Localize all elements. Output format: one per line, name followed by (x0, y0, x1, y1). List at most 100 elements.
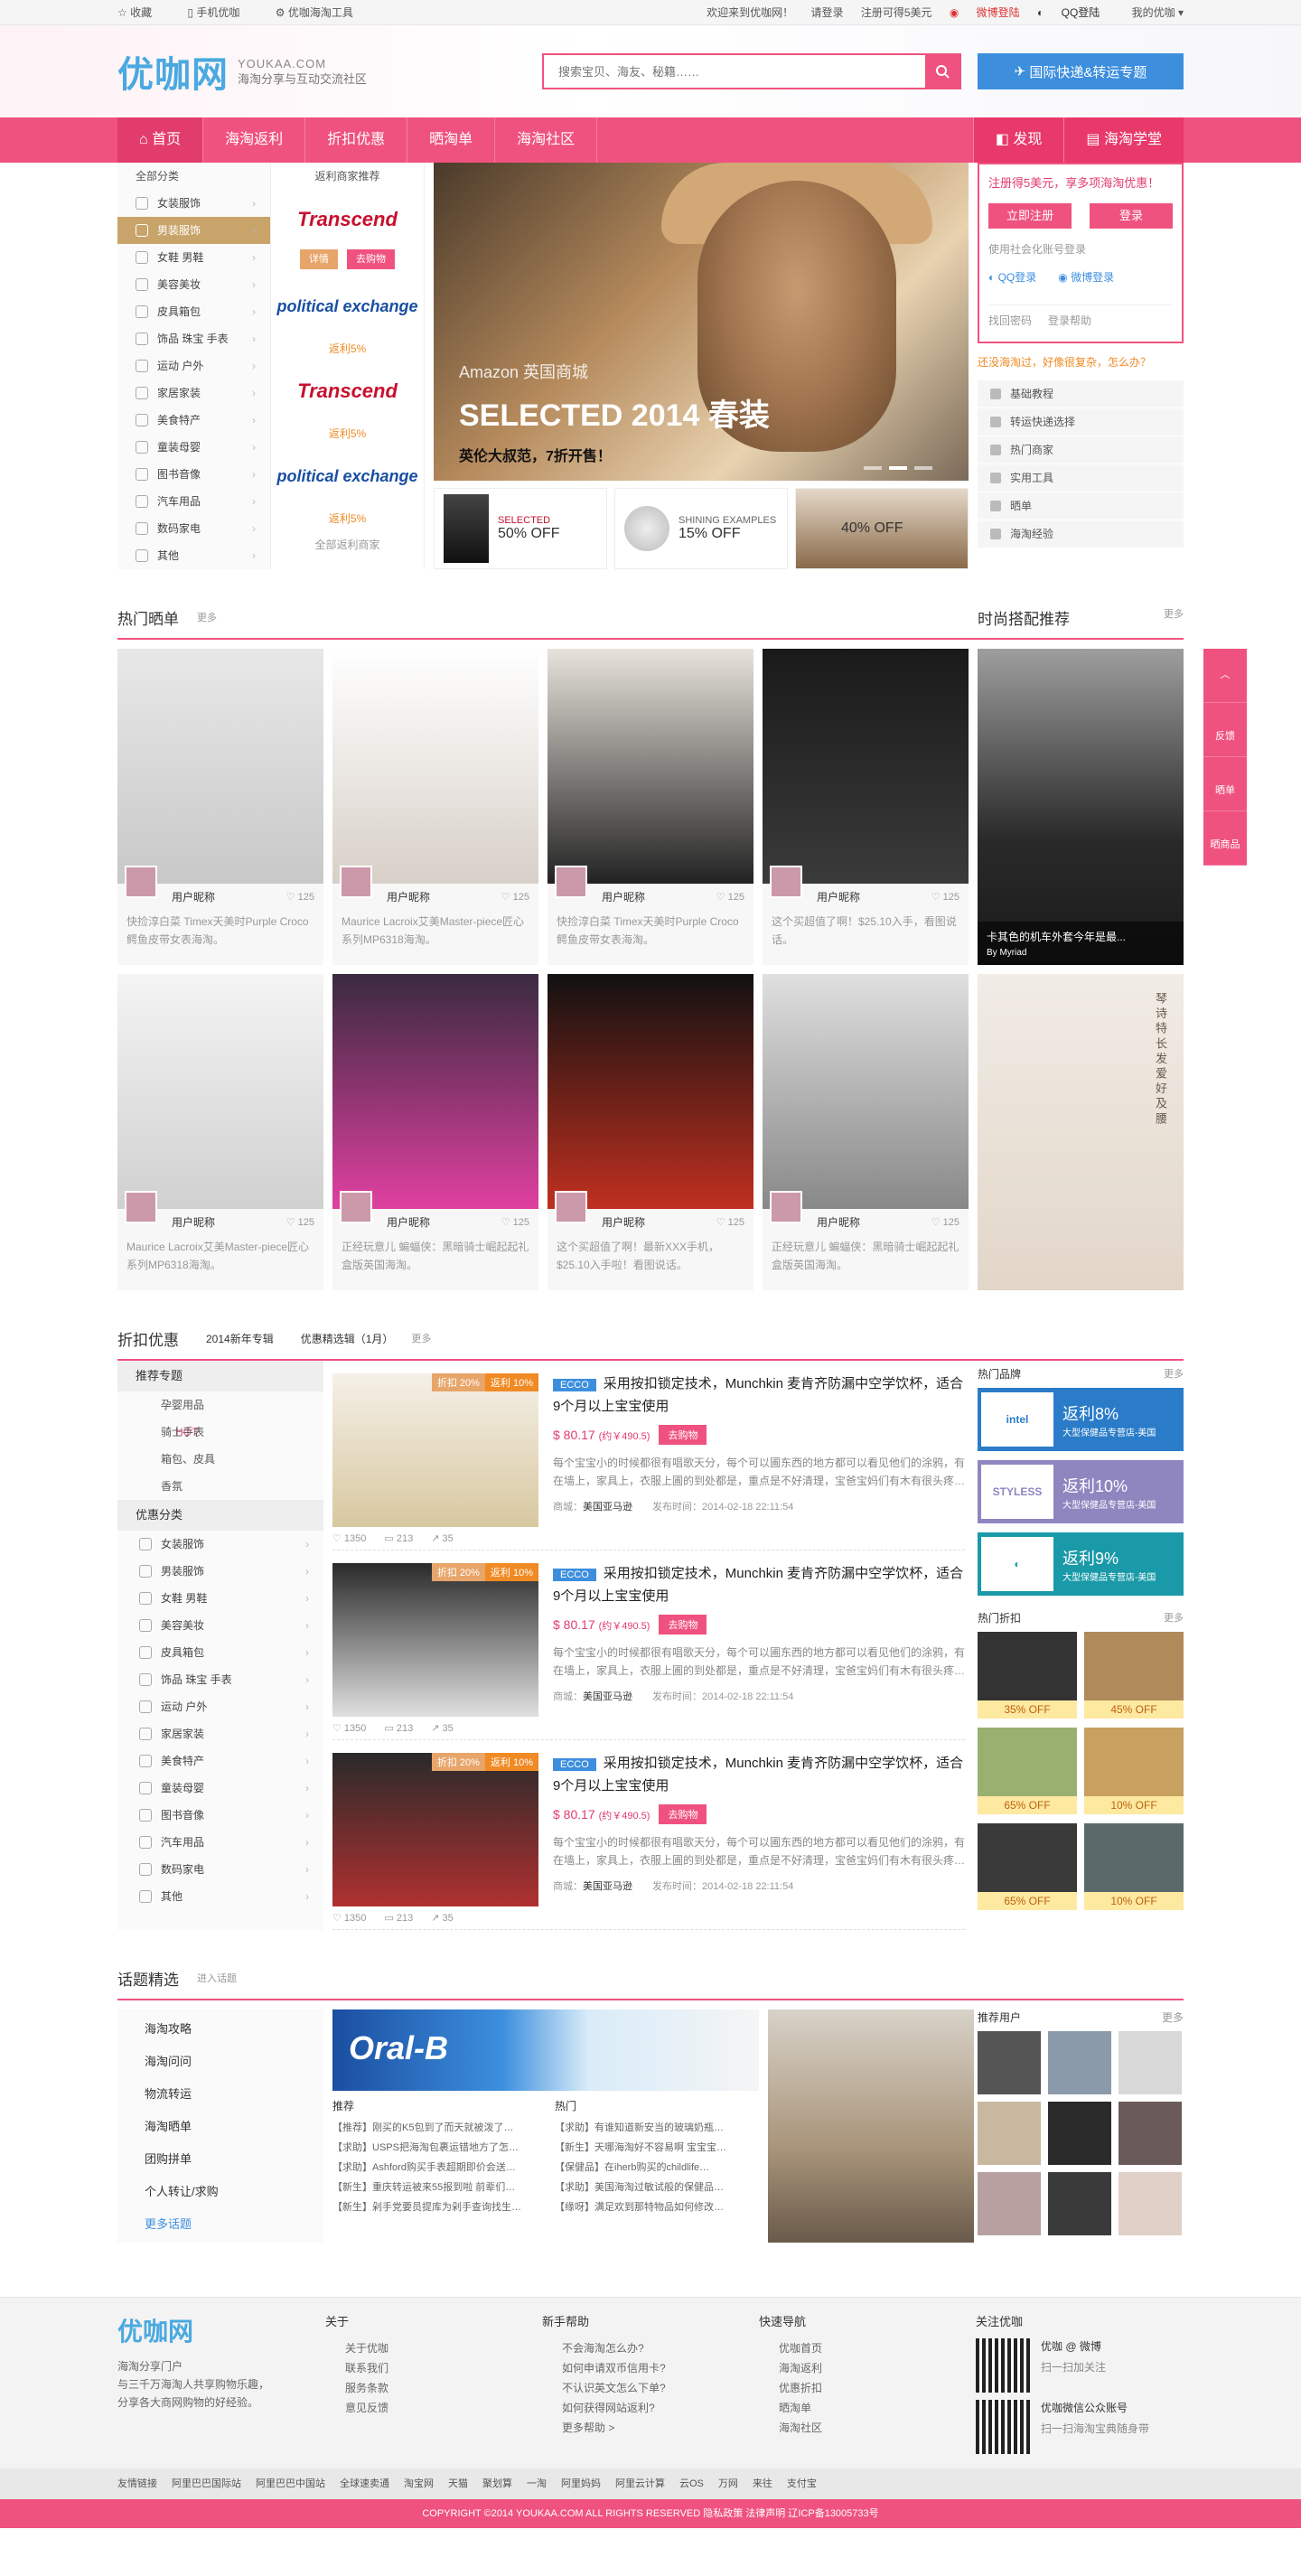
avatar[interactable] (125, 866, 157, 898)
footer-link[interactable]: 海淘返利 (759, 2358, 976, 2378)
deal-title[interactable]: ECCO 采用按扣锁定技术，Munchkin 麦肯齐防漏中空学饮杯，适合9个月以上… (553, 1753, 965, 1797)
nav-rebate[interactable]: 海淘返利 (203, 117, 306, 163)
guide-item[interactable]: 热门商家 (978, 436, 1184, 464)
footer-link[interactable]: 优惠折扣 (759, 2378, 976, 2398)
topic-line[interactable]: 【求助】美国海淘过敏试般的保健品… (555, 2178, 759, 2197)
deal-title[interactable]: ECCO 采用按扣锁定技术，Munchkin 麦肯齐防漏中空学饮杯，适合9个月以上… (553, 1563, 965, 1607)
category-item[interactable]: 其他 › (117, 542, 270, 569)
site-logo[interactable]: 优咖网 YOUKAA.COM 海淘分享与互动交流社区 (117, 45, 367, 98)
topic-nav-item[interactable]: 更多话题 (117, 2208, 323, 2241)
footer-logo[interactable]: 优咖网 (117, 2312, 325, 2348)
register-link[interactable]: 注册可得5美元 (861, 6, 932, 19)
category-item[interactable]: 数码家电 › (117, 515, 270, 542)
footer-link[interactable]: 联系我们 (325, 2358, 542, 2378)
avatar[interactable] (340, 866, 372, 898)
deal-category-item[interactable]: 皮具箱包 › (117, 1639, 323, 1666)
hot-deal-card[interactable]: 10% OFF (1084, 1823, 1184, 1910)
like-count[interactable]: ♡ 125 (286, 891, 314, 903)
guide-item[interactable]: 晒单 (978, 492, 1184, 520)
friend-link[interactable]: 淘宝网 (404, 2468, 434, 2499)
hot-deal-card[interactable]: 45% OFF (1084, 1632, 1184, 1719)
share-card[interactable]: 用户昵称 ♡ 125 正经玩意儿 蝙蝠侠：黑暗骑士崛起起礼盒版英国海淘。 (332, 974, 538, 1290)
friend-link[interactable]: 阿里妈妈 (561, 2468, 601, 2499)
avatar[interactable] (770, 1191, 802, 1223)
avatar[interactable] (125, 1191, 157, 1223)
share-card[interactable]: 用户昵称 ♡ 125 Maurice Lacroix艾美Master-piece匠心… (117, 974, 323, 1290)
category-item[interactable]: 饰品 珠宝 手表 › (117, 325, 270, 352)
like-count[interactable]: ♡ 125 (286, 1216, 314, 1228)
footer-link[interactable]: 海淘社区 (759, 2418, 976, 2438)
topic-line[interactable]: 【缘呀】满足欢到那特物品如何修改… (555, 2197, 759, 2217)
category-item[interactable]: 女鞋 男鞋 › (117, 244, 270, 271)
topic-line[interactable]: 【推荐】刚买的K5包到了而天就被泼了… (332, 2118, 537, 2138)
user-avatar[interactable] (978, 2031, 1041, 2094)
avatar[interactable] (770, 866, 802, 898)
user-nickname[interactable]: 用户昵称 (172, 1214, 215, 1230)
topic-line[interactable]: 【保健品】在iherb购买的childlife… (555, 2158, 759, 2178)
share-count[interactable]: ↗ 35 (431, 1722, 454, 1734)
avatar[interactable] (555, 1191, 587, 1223)
deal-topic-item[interactable]: 孕婴用品 HOT (117, 1391, 323, 1438)
promo-card[interactable]: SELECTED 50% OFF (434, 488, 607, 569)
friend-link[interactable]: 云OS (679, 2468, 704, 2499)
deal-category-item[interactable]: 女装服饰 › (117, 1531, 323, 1558)
nav-home[interactable]: ⌂ 首页 (117, 117, 204, 163)
category-item[interactable]: 女装服饰 › (117, 190, 270, 217)
topic-line[interactable]: 【新生】天哪海淘好不容易啊 宝宝宝… (555, 2138, 759, 2158)
guide-item[interactable]: 海淘经验 (978, 520, 1184, 548)
comment-count[interactable]: ▭ 213 (384, 1912, 413, 1924)
hot-deals-more[interactable]: 更多 (1164, 1605, 1184, 1632)
footer-link[interactable]: 更多帮助 > (542, 2418, 759, 2438)
deal-title[interactable]: ECCO 采用按扣锁定技术，Munchkin 麦肯齐防漏中空学饮杯，适合9个月以上… (553, 1373, 965, 1418)
weibo-login-link[interactable]: ◉ 微博登陆 (950, 6, 1020, 19)
like-count[interactable]: ♡ 125 (931, 891, 959, 903)
footer-link[interactable]: 晒淘单 (759, 2398, 976, 2418)
user-avatar[interactable] (1118, 2172, 1182, 2235)
deal-image[interactable]: 折扣 20% 返利 10% (332, 1373, 538, 1527)
hot-deal-card[interactable]: 65% OFF (978, 1728, 1077, 1814)
back-to-top-button[interactable]: ︿ (1203, 649, 1247, 703)
hot-deal-card[interactable]: 65% OFF (978, 1823, 1077, 1910)
topic-nav-item[interactable]: 团购拼单 (117, 2143, 323, 2176)
login-link[interactable]: 请登录 (810, 6, 843, 19)
topic-line[interactable]: 【求助】有谁知道新安当的玻璃奶瓶… (555, 2118, 759, 2138)
nav-community[interactable]: 海淘社区 (495, 117, 598, 163)
users-more[interactable]: 更多 (1162, 2009, 1184, 2031)
banner-dot[interactable] (864, 466, 882, 470)
share-count[interactable]: ↗ 35 (431, 1912, 454, 1924)
friend-link[interactable]: 天猫 (448, 2468, 468, 2499)
brand-card[interactable]: intel 返利8% 大型保健品专营店-美国 (978, 1388, 1184, 1451)
friend-link[interactable]: 阿里云计算 (615, 2468, 665, 2499)
promo-card[interactable]: 40% OFF (795, 488, 969, 569)
deal-category-item[interactable]: 童装母婴 › (117, 1775, 323, 1802)
login-help-link[interactable]: 登录帮助 (1048, 313, 1091, 328)
banner-dot[interactable] (914, 466, 932, 470)
fashion-card-1[interactable]: 卡其色的机车外套今年是最... By Myriad (978, 649, 1184, 965)
deal-category-item[interactable]: 家居家装 › (117, 1720, 323, 1747)
deal-category-item[interactable]: 汽车用品 › (117, 1829, 323, 1856)
merchant-buy-button[interactable]: 去购物 (347, 249, 395, 269)
share-card[interactable]: 用户昵称 ♡ 125 快捡淳白菜 Timex天美时Purple Croco鳄鱼皮带女… (117, 649, 323, 965)
user-avatar[interactable] (1048, 2172, 1111, 2235)
deal-category-item[interactable]: 其他 › (117, 1883, 323, 1910)
merchant-all-link[interactable]: 全部返利商家 (271, 531, 424, 558)
comment-count[interactable]: ▭ 213 (384, 1532, 413, 1544)
user-nickname[interactable]: 用户昵称 (602, 1214, 645, 1230)
share-card[interactable]: 用户昵称 ♡ 125 快捡淳白菜 Timex天美时Purple Croco鳄鱼皮带女… (548, 649, 753, 965)
footer-link[interactable]: 优咖首页 (759, 2338, 976, 2358)
friend-link[interactable]: 阿里巴巴国际站 (172, 2468, 241, 2499)
hot-deal-card[interactable]: 35% OFF (978, 1632, 1077, 1719)
topic-nav-item[interactable]: 海淘问问 (117, 2046, 323, 2078)
friend-link[interactable]: 万网 (718, 2468, 738, 2499)
shop-name[interactable]: 美国亚马逊 (583, 1502, 632, 1513)
friend-link[interactable]: 支付宝 (787, 2468, 817, 2499)
share-count[interactable]: ↗ 35 (431, 1532, 454, 1544)
user-avatar[interactable] (1048, 2102, 1111, 2165)
category-item[interactable]: 汽车用品 › (117, 488, 270, 515)
avatar[interactable] (555, 866, 587, 898)
topic-line[interactable]: 【求助】USPS把海淘包裹运错地方了怎… (332, 2138, 537, 2158)
topic-line[interactable]: 【新生】剁手党要员提库为剁手查询找生… (332, 2197, 537, 2217)
brand-card[interactable]: ◐ 返利9% 大型保健品专营店-美国 (978, 1532, 1184, 1596)
user-avatar[interactable] (1118, 2031, 1182, 2094)
topic-nav-item[interactable]: 个人转让/求购 (117, 2176, 323, 2208)
